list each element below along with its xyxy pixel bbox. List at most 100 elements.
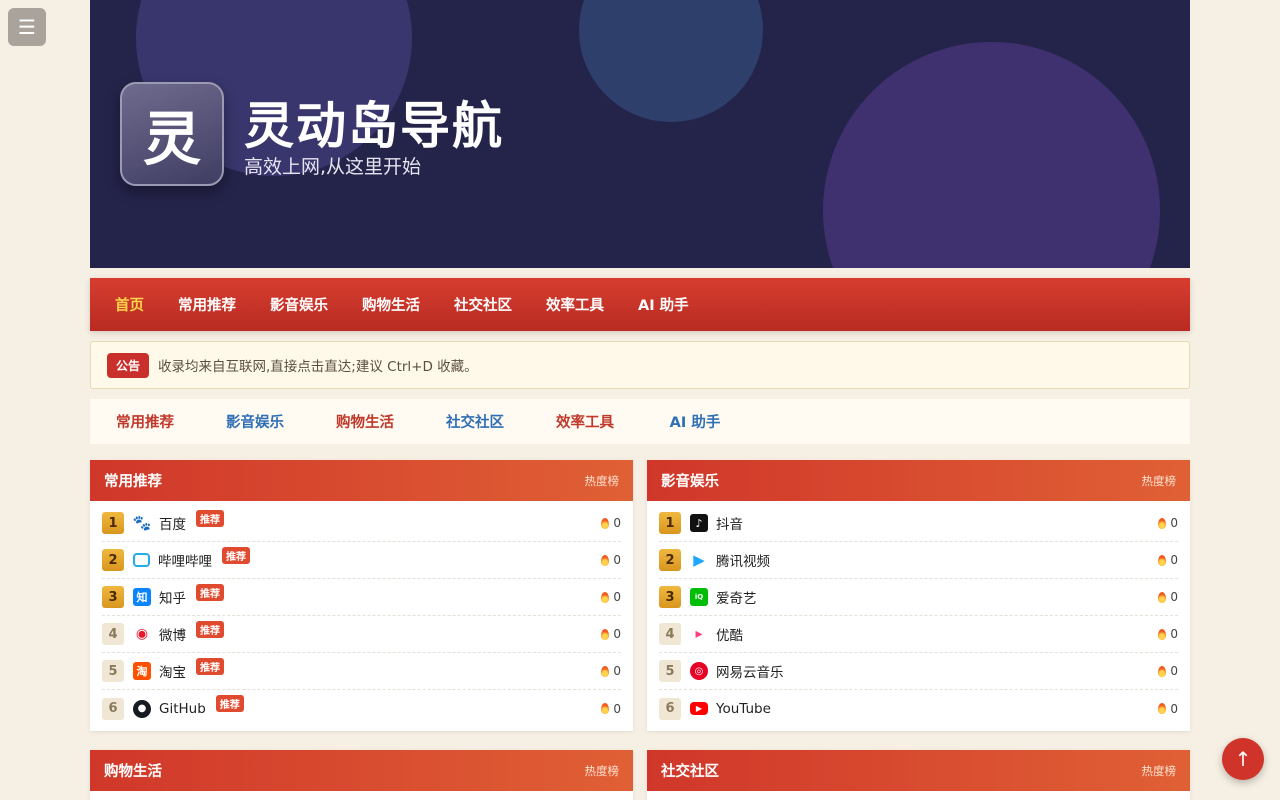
site-link-row[interactable]: 4 ◉ 微博 推荐 0 <box>102 616 621 653</box>
rank-badge: 4 <box>102 623 124 645</box>
heat-count: 0 <box>601 516 621 530</box>
rank-badge: 2 <box>659 549 681 571</box>
hot-rank-label[interactable]: 热度榜 <box>1142 763 1177 779</box>
menu-toggle-button[interactable]: ☰ <box>8 8 46 46</box>
site-link-row[interactable]: 6 ▶ YouTube 0 <box>659 690 1178 727</box>
quicknav-tools[interactable]: 效率工具 <box>530 411 640 432</box>
quicknav-shopping[interactable]: 购物生活 <box>310 411 420 432</box>
notice-text: 收录均来自互联网,直接点击直达;建议 Ctrl+D 收藏。 <box>158 359 478 375</box>
card-title: 社交社区 <box>661 764 719 780</box>
youtube-icon: ▶ <box>690 702 708 715</box>
card-title: 影音娱乐 <box>661 474 719 490</box>
quicknav-entertainment[interactable]: 影音娱乐 <box>200 411 310 432</box>
category-card-shopping: 购物生活 热度榜 <box>90 750 633 800</box>
heat-count: 0 <box>1158 627 1178 641</box>
category-card-entertainment: 影音娱乐 热度榜 1 ♪ 抖音 0 2 ▶ 腾讯视频 0 3 iQ 爱奇艺 0 … <box>647 460 1190 731</box>
nav-item-shopping[interactable]: 购物生活 <box>362 294 420 315</box>
nav-item-tools[interactable]: 效率工具 <box>546 294 604 315</box>
site-link-row[interactable]: 5 淘 淘宝 推荐 0 <box>102 653 621 690</box>
iqiyi-icon: iQ <box>690 588 708 606</box>
site-name: YouTube <box>716 700 771 717</box>
recommend-tag: 推荐 <box>222 546 250 564</box>
flame-icon <box>601 628 610 640</box>
main-nav: 首页 常用推荐 影音娱乐 购物生活 社交社区 效率工具 AI 助手 <box>90 278 1190 331</box>
recommend-tag: 推荐 <box>196 583 224 601</box>
site-name: 抖音 <box>716 517 743 533</box>
hot-rank-label[interactable]: 热度榜 <box>585 473 620 489</box>
site-link-row[interactable]: 4 ▸ 优酷 0 <box>659 616 1178 653</box>
heat-count: 0 <box>601 553 621 567</box>
heat-count: 0 <box>1158 516 1178 530</box>
rank-badge: 6 <box>102 697 124 720</box>
rank-badge: 1 <box>102 512 124 534</box>
quicknav-social[interactable]: 社交社区 <box>420 411 530 432</box>
flame-icon <box>601 703 610 714</box>
taobao-icon: 淘 <box>133 662 151 680</box>
netease-music-icon: ◎ <box>690 662 708 680</box>
github-icon: ● <box>133 699 151 718</box>
quick-nav: 常用推荐 影音娱乐 购物生活 社交社区 效率工具 AI 助手 <box>90 399 1190 444</box>
site-subtitle: 高效上网,从这里开始 <box>244 156 422 178</box>
flame-icon <box>1158 703 1167 714</box>
heat-count: 0 <box>601 702 621 716</box>
card-header: 影音娱乐 热度榜 <box>647 460 1190 501</box>
flame-icon <box>601 591 610 603</box>
nav-item-entertainment[interactable]: 影音娱乐 <box>270 294 328 315</box>
site-name: 哔哩哔哩 <box>158 554 212 570</box>
site-name: 知乎 <box>159 591 186 607</box>
site-link-row[interactable]: 5 ◎ 网易云音乐 0 <box>659 653 1178 690</box>
site-title: 灵动岛导航 <box>244 97 504 155</box>
recommend-tag: 推荐 <box>196 620 224 638</box>
heat-count: 0 <box>1158 553 1178 567</box>
heat-count: 0 <box>1158 664 1178 678</box>
site-name: GitHub <box>159 700 206 717</box>
card-title: 常用推荐 <box>104 474 162 490</box>
baidu-icon: 🐾 <box>132 514 152 532</box>
nav-item-home[interactable]: 首页 <box>115 294 144 315</box>
rank-badge: 5 <box>659 660 681 682</box>
site-link-row[interactable]: 1 🐾 百度 推荐 0 <box>102 505 621 542</box>
site-link-row[interactable]: 3 iQ 爱奇艺 0 <box>659 579 1178 616</box>
site-name: 淘宝 <box>159 665 186 681</box>
nav-item-recommend[interactable]: 常用推荐 <box>178 294 236 315</box>
heat-count: 0 <box>601 627 621 641</box>
hot-rank-label[interactable]: 热度榜 <box>585 763 620 779</box>
back-to-top-button[interactable]: ↑ <box>1222 738 1264 780</box>
rank-badge: 3 <box>659 586 681 608</box>
heat-count: 0 <box>601 664 621 678</box>
recommend-tag: 推荐 <box>196 509 224 527</box>
rank-badge: 1 <box>659 512 681 534</box>
nav-item-ai[interactable]: AI 助手 <box>638 294 689 315</box>
category-card-recommend: 常用推荐 热度榜 1 🐾 百度 推荐 0 2 哔哩哔哩 推荐 0 3 知 知乎 … <box>90 460 633 731</box>
rank-badge: 5 <box>102 660 124 682</box>
decor-circle <box>579 0 763 122</box>
site-logo[interactable]: 灵 <box>120 82 224 186</box>
nav-item-social[interactable]: 社交社区 <box>454 294 512 315</box>
site-link-row[interactable]: 1 ♪ 抖音 0 <box>659 505 1178 542</box>
heat-count: 0 <box>1158 590 1178 604</box>
flame-icon <box>1158 517 1167 529</box>
rank-badge: 2 <box>102 549 124 571</box>
site-link-row[interactable]: 3 知 知乎 推荐 0 <box>102 579 621 616</box>
site-link-row[interactable]: 2 ▶ 腾讯视频 0 <box>659 542 1178 579</box>
flame-icon <box>1158 665 1167 677</box>
rank-badge: 6 <box>659 697 681 720</box>
site-name: 优酷 <box>716 628 743 644</box>
bilibili-icon <box>133 553 150 567</box>
quicknav-ai[interactable]: AI 助手 <box>640 411 750 432</box>
site-name: 微博 <box>159 628 186 644</box>
youku-icon: ▸ <box>690 625 708 643</box>
flame-icon <box>601 554 610 566</box>
recommend-tag: 推荐 <box>215 695 244 712</box>
card-header: 社交社区 热度榜 <box>647 750 1190 791</box>
quicknav-recommend[interactable]: 常用推荐 <box>90 411 200 432</box>
hot-rank-label[interactable]: 热度榜 <box>1142 473 1177 489</box>
site-link-row[interactable]: 2 哔哩哔哩 推荐 0 <box>102 542 621 579</box>
site-name: 腾讯视频 <box>716 554 770 570</box>
douyin-icon: ♪ <box>690 514 708 532</box>
site-link-row[interactable]: 6 ● GitHub 推荐 0 <box>102 690 621 727</box>
flame-icon <box>601 665 610 677</box>
flame-icon <box>1158 554 1167 566</box>
flame-icon <box>1158 591 1167 603</box>
notice-bar: 公告 收录均来自互联网,直接点击直达;建议 Ctrl+D 收藏。 <box>90 341 1190 389</box>
